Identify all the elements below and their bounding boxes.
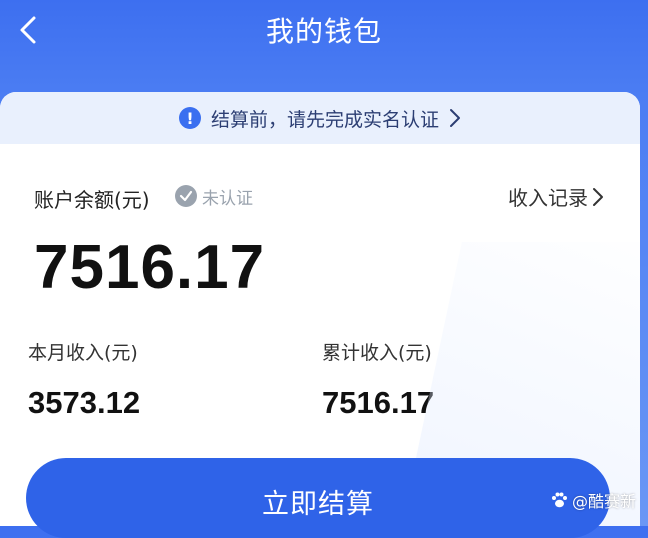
verify-status-text: 未认证 <box>202 188 253 209</box>
income-records-link[interactable]: 收入记录 <box>508 182 604 211</box>
balance-label: 账户余额(元) <box>34 188 150 212</box>
monthly-income-value: 3573.12 <box>28 385 141 420</box>
balance-value: 7516.17 <box>34 233 266 302</box>
total-income-value: 7516.17 <box>322 385 435 420</box>
watermark-text: @酷赛新 <box>571 492 636 511</box>
notice-text: 结算前，请先完成实名认证 <box>210 108 439 131</box>
nav-bar: 我的钱包 <box>0 0 648 64</box>
income-records-label: 收入记录 <box>508 186 588 210</box>
total-income-label: 累计收入(元) <box>322 342 432 364</box>
verify-status-badge[interactable]: 未认证 <box>175 182 253 210</box>
info-icon: ! <box>178 107 201 129</box>
verification-notice[interactable]: ! 结算前，请先完成实名认证 <box>0 92 640 144</box>
watermark: @酷赛新 <box>550 488 636 512</box>
monthly-income-label: 本月收入(元) <box>28 342 138 364</box>
check-circle-icon <box>175 185 197 207</box>
monthly-income: 本月收入(元) 3573.12 <box>28 338 140 421</box>
chevron-right-icon <box>449 108 461 128</box>
paw-icon <box>550 491 568 509</box>
page-title: 我的钱包 <box>265 15 382 48</box>
total-income: 累计收入(元) 7516.17 <box>322 338 434 421</box>
settle-now-button[interactable]: 立即结算 <box>26 458 610 538</box>
chevron-right-icon <box>592 187 604 207</box>
